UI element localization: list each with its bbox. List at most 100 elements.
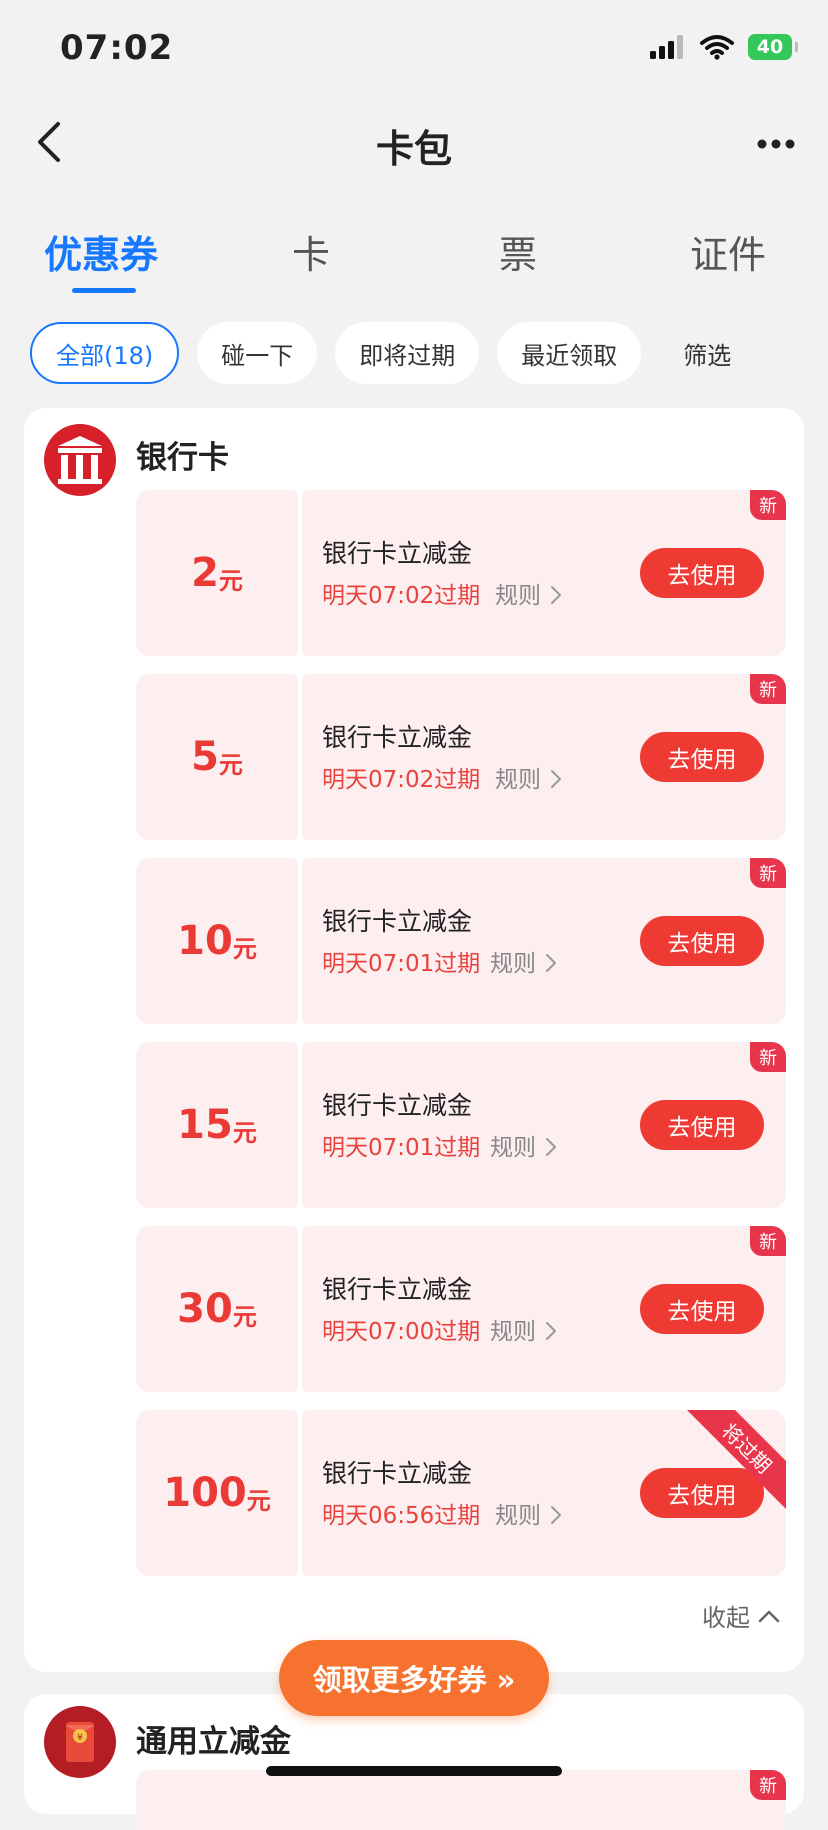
- coupon-name: 银行卡立减金: [322, 907, 473, 936]
- amount-value: 10: [177, 918, 233, 964]
- coupon-name: 银行卡立减金: [322, 539, 473, 568]
- collapse-label: 收起: [702, 1604, 750, 1632]
- amount-unit: 元: [218, 750, 243, 779]
- rule-label: 规则: [490, 1135, 536, 1161]
- coupon-details: 银行卡立减金 明天06:56过期 规则 去使用 将过期: [302, 1410, 786, 1576]
- filter-tap[interactable]: 碰一下: [197, 322, 318, 384]
- amount-unit: 元: [246, 1486, 271, 1515]
- coupon-name: 银行卡立减金: [322, 1275, 473, 1304]
- rule-link[interactable]: 规则: [490, 1128, 558, 1162]
- signal-icon: [650, 35, 683, 59]
- coupon-amount: 2元: [136, 490, 298, 656]
- tab-coupons[interactable]: 优惠券: [44, 224, 158, 279]
- rule-label: 规则: [495, 1503, 541, 1529]
- filter-chips: 全部(18) 碰一下 即将过期 最近领取 筛选: [30, 322, 755, 386]
- amount-unit: 元: [232, 1302, 257, 1331]
- coupon-amount: 100 元: [136, 1410, 298, 1576]
- chevron-right-icon: [551, 770, 561, 788]
- rule-link[interactable]: 规则: [495, 760, 563, 794]
- coupon-expiry: 明天07:02过期: [322, 583, 481, 609]
- chevron-right-icon: [546, 954, 556, 972]
- rule-label: 规则: [495, 767, 541, 793]
- get-more-coupons-button[interactable]: 领取更多好券 »: [279, 1640, 549, 1716]
- status-icons: 40: [650, 34, 798, 60]
- rule-label: 规则: [490, 1319, 536, 1345]
- coupon-amount: 10 元: [136, 858, 298, 1024]
- coupon-name: 银行卡立减金: [322, 1091, 473, 1120]
- rule-label: 规则: [490, 951, 536, 977]
- status-time: 07:02: [60, 28, 174, 68]
- amount-unit: 元: [218, 566, 243, 595]
- coupon-card[interactable]: 新: [136, 1770, 786, 1830]
- coupon-expiry: 明天07:00过期: [322, 1319, 481, 1345]
- tab-tickets[interactable]: 票: [499, 224, 537, 279]
- amount-unit: 元: [232, 934, 257, 963]
- use-coupon-button[interactable]: 去使用: [640, 1100, 764, 1150]
- svg-text:¥: ¥: [77, 1733, 83, 1743]
- collapse-button[interactable]: 收起: [702, 1598, 780, 1633]
- filter-recent[interactable]: 最近领取: [497, 322, 642, 384]
- use-coupon-button[interactable]: 去使用: [640, 548, 764, 598]
- group-title: 通用立减金: [136, 1724, 291, 1760]
- coupon-expiry: 明天07:01过期: [322, 951, 481, 977]
- coupon-details: 银行卡立减金 明天07:01过期 规则 去使用 新: [302, 858, 786, 1024]
- filter-all[interactable]: 全部(18): [30, 322, 180, 384]
- amount-unit: 元: [232, 1118, 257, 1147]
- status-bar: 07:02 40: [0, 0, 828, 100]
- rule-link[interactable]: 规则: [495, 576, 563, 610]
- amount-value: 5: [191, 734, 219, 780]
- home-indicator: [266, 1766, 562, 1776]
- bank-card-group: 银行卡 2 元银行卡立减金 明天07:02过期 规则 去使用新 5 元银行卡立减金 明天07:…: [24, 408, 804, 1672]
- page-title: 卡包: [375, 127, 452, 171]
- rule-label: 规则: [495, 583, 541, 609]
- red-packet-icon: ¥: [44, 1706, 116, 1778]
- new-badge: 新: [750, 1226, 786, 1256]
- coupon-expiry: 明天07:02过期: [322, 767, 481, 793]
- coupon-name: 银行卡立减金: [322, 1459, 473, 1488]
- tab-cards[interactable]: 卡: [292, 224, 330, 279]
- more-icon[interactable]: [752, 124, 800, 164]
- tab-bar: 优惠券 卡 票 证件: [0, 210, 828, 300]
- coupon-amount: 5元: [136, 674, 298, 840]
- coupon-expiry: 明天06:56过期: [322, 1503, 481, 1529]
- coupon-details: 银行卡立减金 明天07:00过期 规则 去使用 新: [302, 1226, 786, 1392]
- new-badge: 新: [750, 1042, 786, 1072]
- new-badge: 新: [750, 1770, 786, 1800]
- filter-screen[interactable]: 筛选: [659, 322, 755, 384]
- rule-link[interactable]: 规则: [490, 1312, 558, 1346]
- group-title: 银行卡: [136, 440, 229, 476]
- coupon-card[interactable]: 10 元银行卡立减金 明天07:01过期 规则 去使用新: [136, 858, 786, 1024]
- coupon-details: 银行卡立减金 明天07:02过期 规则 去使用 新: [302, 490, 786, 656]
- use-coupon-button[interactable]: 去使用: [640, 1468, 764, 1518]
- tab-ids[interactable]: 证件: [690, 224, 766, 279]
- chevron-right-icon: [546, 1322, 556, 1340]
- new-badge: 新: [750, 858, 786, 888]
- coupon-card[interactable]: 2 元银行卡立减金 明天07:02过期 规则 去使用新: [136, 490, 786, 656]
- use-coupon-button[interactable]: 去使用: [640, 732, 764, 782]
- amount-value: 15: [177, 1102, 233, 1148]
- rule-link[interactable]: 规则: [490, 944, 558, 978]
- use-coupon-button[interactable]: 去使用: [640, 1284, 764, 1334]
- chevron-right-icon: [551, 586, 561, 604]
- tab-indicator: [72, 288, 136, 293]
- amount-value: 30: [177, 1286, 233, 1332]
- chevron-right-icon: [546, 1138, 556, 1156]
- coupon-card[interactable]: 100 元银行卡立减金 明天06:56过期 规则 去使用 将过期: [136, 1410, 786, 1576]
- use-coupon-button[interactable]: 去使用: [640, 916, 764, 966]
- coupon-card[interactable]: 30 元银行卡立减金 明天07:00过期 规则 去使用新: [136, 1226, 786, 1392]
- coupon-details: 银行卡立减金 明天07:02过期 规则 去使用 新: [302, 674, 786, 840]
- coupon-amount: 15 元: [136, 1042, 298, 1208]
- coupon-card[interactable]: 15 元银行卡立减金 明天07:01过期 规则 去使用新: [136, 1042, 786, 1208]
- battery-icon: 40: [748, 34, 798, 60]
- bank-logo-icon: [44, 424, 116, 496]
- coupon-amount: 30 元: [136, 1226, 298, 1392]
- amount-value: 2: [191, 550, 219, 596]
- coupon-expiry: 明天07:01过期: [322, 1135, 481, 1161]
- new-badge: 新: [750, 490, 786, 520]
- filter-expiring[interactable]: 即将过期: [335, 322, 480, 384]
- rule-link[interactable]: 规则: [495, 1496, 563, 1530]
- amount-value: 100: [163, 1470, 247, 1516]
- coupon-name: 银行卡立减金: [322, 723, 473, 752]
- chevron-right-icon: [551, 1506, 561, 1524]
- coupon-card[interactable]: 5 元银行卡立减金 明天07:02过期 规则 去使用新: [136, 674, 786, 840]
